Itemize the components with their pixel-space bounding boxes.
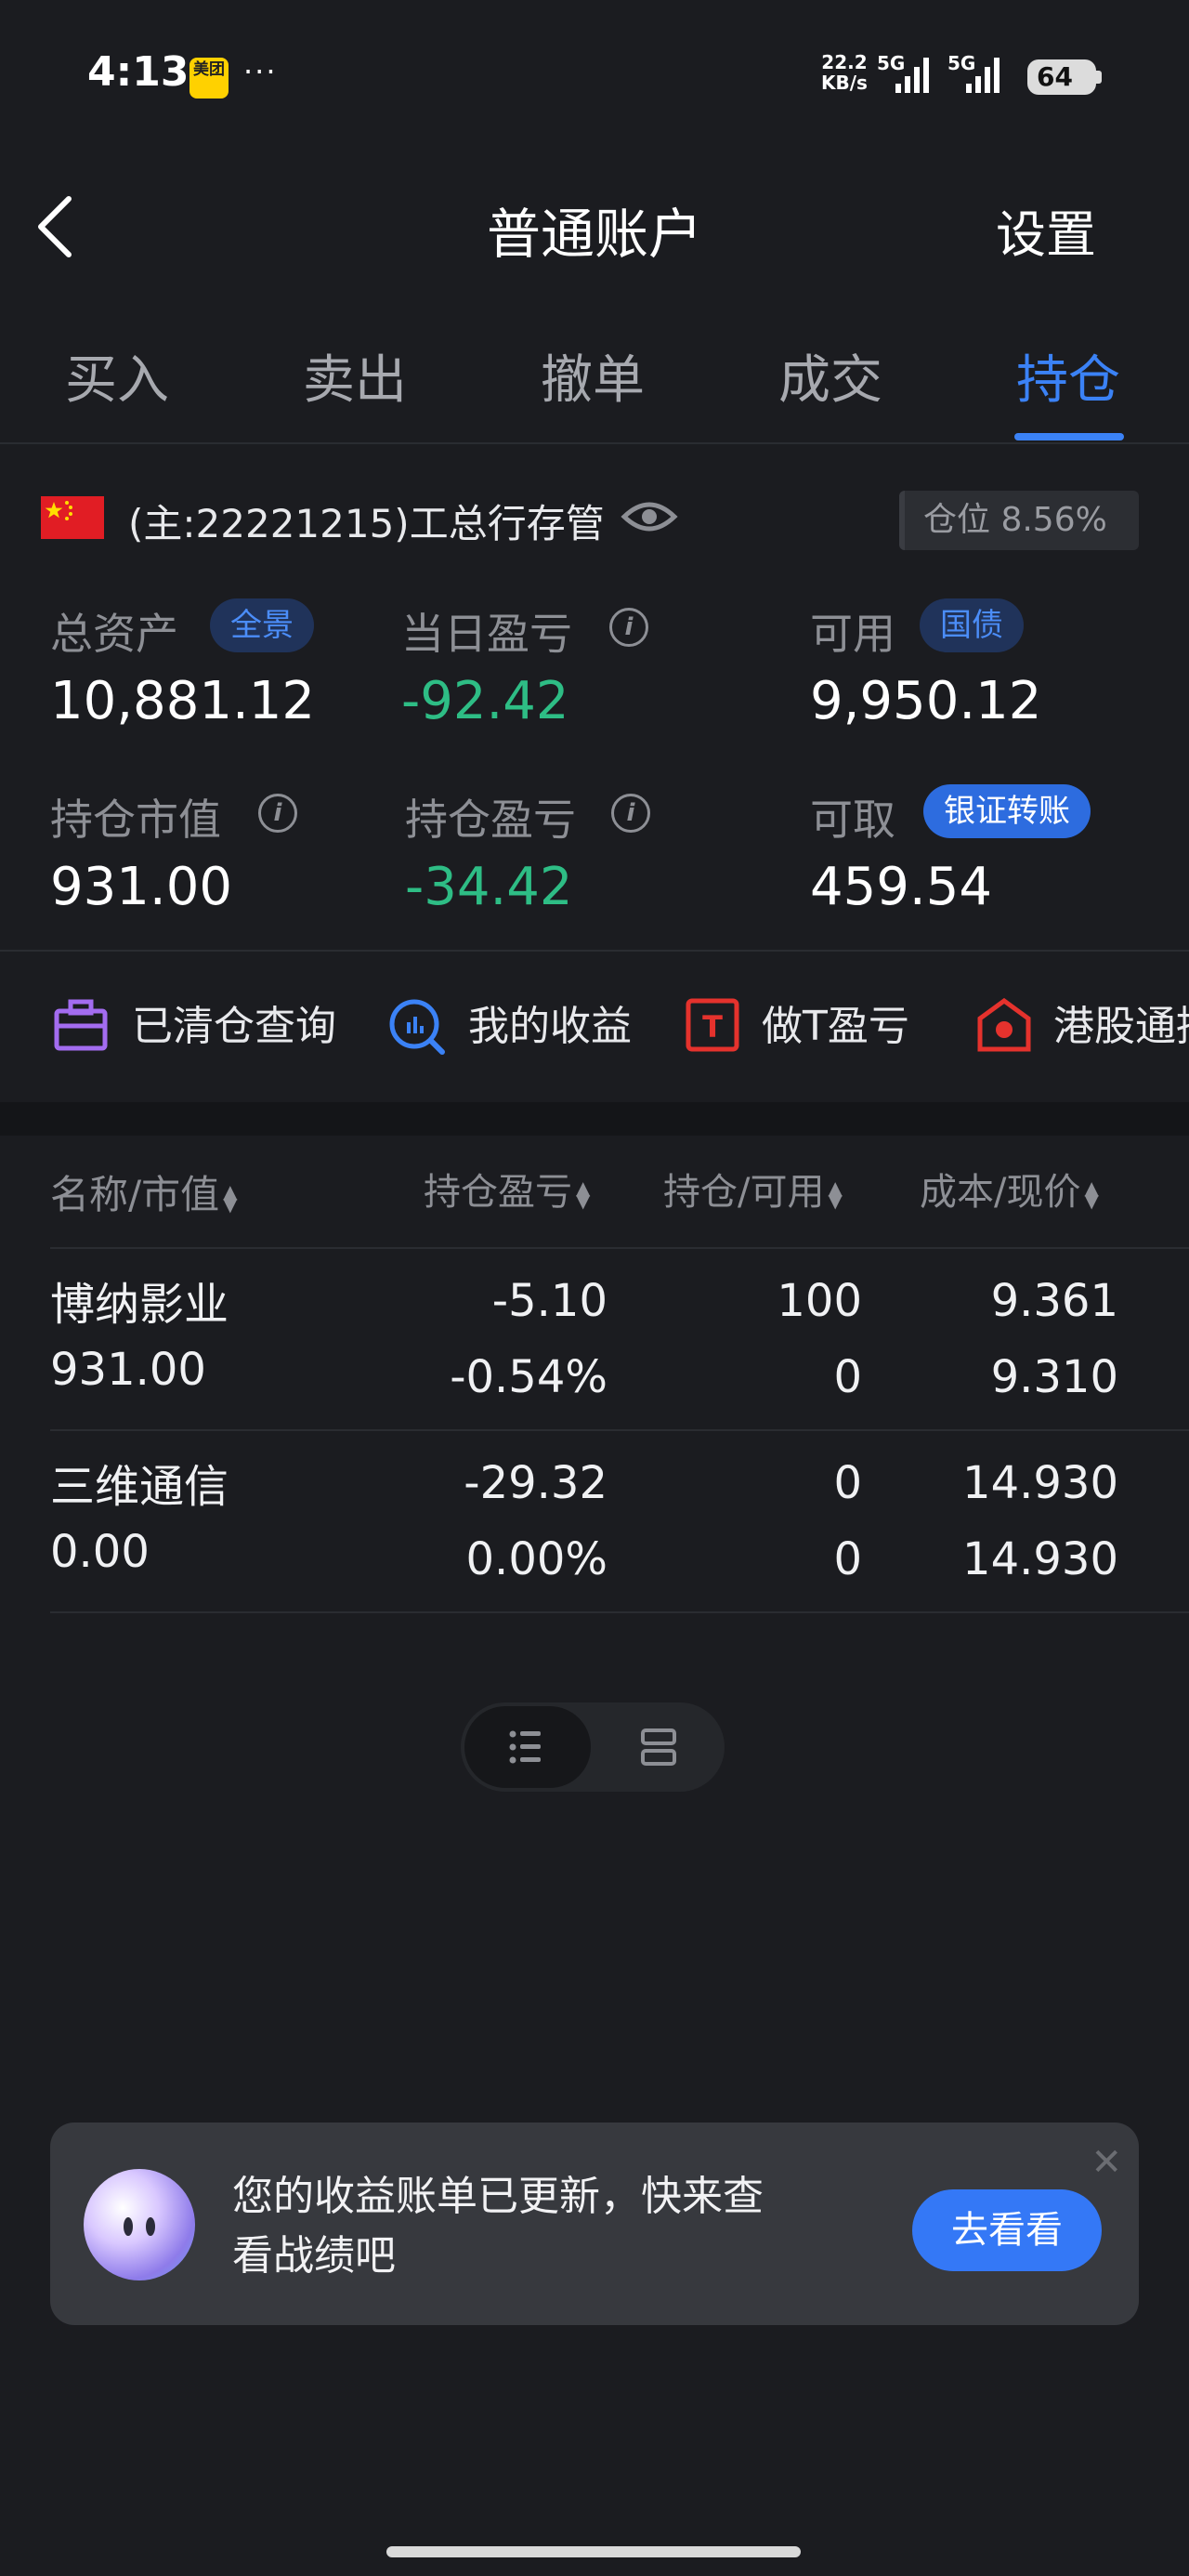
divider — [0, 950, 1189, 952]
info-icon[interactable]: i — [611, 794, 650, 833]
stock-avail: 0 — [833, 1533, 862, 1585]
treasury-badge[interactable]: 国债 — [920, 598, 1024, 652]
info-icon[interactable]: i — [609, 608, 648, 647]
position-ratio: 仓位 8.56% — [899, 491, 1139, 550]
meituan-app-icon: 美团 — [189, 58, 229, 99]
section-separator — [0, 1102, 1189, 1136]
stock-pnl-pct: -0.54% — [450, 1351, 608, 1403]
tab-holdings[interactable]: 持仓 — [1016, 338, 1120, 414]
tab-sell[interactable]: 卖出 — [303, 338, 407, 414]
svg-text:T: T — [702, 1009, 723, 1045]
more-notifications-icon: ··· — [243, 54, 278, 89]
position-value-label: 持仓市值 — [50, 795, 221, 845]
col-name-value[interactable]: 名称/市值 ▲ ▼ — [50, 1163, 238, 1220]
tab-cancel[interactable]: 撤单 — [541, 338, 645, 414]
tab-buy[interactable]: 买入 — [65, 338, 169, 414]
card-view-button[interactable] — [600, 1706, 721, 1788]
panorama-badge[interactable]: 全景 — [210, 598, 314, 652]
stock-hold: 100 — [777, 1275, 862, 1327]
signal-icon-2: 5G — [947, 52, 1013, 97]
bank-transfer-button[interactable]: 银证转账 — [923, 784, 1091, 838]
battery-icon: 64 — [1027, 59, 1102, 95]
position-pnl-value: -34.42 — [405, 857, 573, 917]
my-earnings-link[interactable]: 我的收益 — [468, 992, 632, 1052]
close-icon[interactable]: ✕ — [1091, 2141, 1122, 2184]
stock-price: 14.930 — [962, 1533, 1118, 1585]
withdrawable-value: 459.54 — [810, 857, 992, 917]
cleared-positions-link[interactable]: 已清仓查询 — [132, 992, 336, 1052]
network-speed: 22.2 KB/s — [821, 52, 868, 93]
active-tab-indicator — [1014, 433, 1124, 440]
stock-avail: 0 — [833, 1351, 862, 1403]
total-assets-value: 10,881.12 — [50, 671, 316, 731]
promo-text: 您的收益账单已更新，快来查看战绩吧 — [232, 2173, 764, 2280]
briefcase-icon[interactable] — [54, 998, 108, 1052]
eye-icon[interactable] — [621, 496, 678, 537]
col-cost-label: 成本/现价 — [920, 1171, 1081, 1214]
divider — [50, 1611, 1189, 1613]
sort-icon: ▲ ▼ — [1084, 1176, 1099, 1212]
earnings-promo-banner: 您的收益账单已更新，快来查看战绩吧 去看看 ✕ — [50, 2123, 1139, 2325]
stock-pnl: -5.10 — [491, 1275, 608, 1327]
withdrawable-label: 可取 — [810, 795, 895, 845]
china-flag-icon — [41, 496, 104, 539]
stock-market-value: 0.00 — [50, 1526, 150, 1578]
t-trade-pnl-link[interactable]: 做T盈亏 — [762, 992, 909, 1052]
col-name-label: 名称/市值 — [50, 1172, 220, 1217]
home-indicator[interactable] — [386, 2546, 801, 2557]
t-trade-icon[interactable]: T — [686, 998, 739, 1052]
tab-deals[interactable]: 成交 — [778, 338, 882, 414]
available-label: 可用 — [810, 609, 895, 659]
sort-icon: ▲ ▼ — [828, 1176, 843, 1212]
stock-pnl: -29.32 — [464, 1457, 608, 1509]
hk-connect-link[interactable]: 港股通持 — [1053, 992, 1189, 1052]
col-pnl-label: 持仓盈亏 — [424, 1171, 572, 1214]
stock-price: 9.310 — [990, 1351, 1118, 1403]
view-now-button[interactable]: 去看看 — [912, 2189, 1102, 2271]
col-hold-avail[interactable]: 持仓/可用 ▲ ▼ — [663, 1162, 843, 1216]
stock-market-value: 931.00 — [50, 1344, 206, 1396]
stock-pnl-pct: 0.00% — [465, 1533, 608, 1585]
stock-hold: 0 — [833, 1457, 862, 1509]
stock-name: 博纳影业 — [50, 1279, 229, 1331]
stock-cost: 14.930 — [962, 1457, 1118, 1509]
stock-name: 三维通信 — [50, 1461, 229, 1513]
table-row[interactable]: 三维通信 0.00 -29.32 0.00% 0 0 14.930 14.930 — [0, 1431, 1189, 1611]
status-time: 4:13 — [87, 48, 189, 96]
stock-cost: 9.361 — [990, 1275, 1118, 1327]
net-speed-unit: KB/s — [821, 72, 868, 94]
view-toggle — [461, 1702, 725, 1792]
col-pnl[interactable]: 持仓盈亏 ▲ ▼ — [424, 1162, 590, 1216]
trade-tabs: 买入 卖出 撤单 成交 持仓 — [0, 335, 1189, 444]
account-name[interactable]: (主:22221215)工总行存管 — [128, 493, 605, 549]
mascot-avatar — [84, 2169, 195, 2280]
position-pnl-label: 持仓盈亏 — [405, 795, 576, 845]
meituan-label: 美团 — [193, 60, 225, 79]
table-row[interactable]: 博纳影业 931.00 -5.10 -0.54% 100 0 9.361 9.3… — [0, 1249, 1189, 1429]
hk-connect-icon[interactable] — [977, 997, 1031, 1052]
net-speed-value: 22.2 — [821, 51, 868, 73]
settings-button[interactable]: 设置 — [996, 193, 1096, 267]
signal-icon-1: 5G — [877, 52, 942, 97]
available-value: 9,950.12 — [810, 671, 1042, 731]
daily-pnl-value: -92.42 — [401, 671, 569, 731]
col-cost-price[interactable]: 成本/现价 ▲ ▼ — [920, 1162, 1099, 1216]
earnings-search-icon[interactable] — [388, 998, 445, 1055]
info-icon[interactable]: i — [258, 794, 297, 833]
col-hold-label: 持仓/可用 — [663, 1171, 825, 1214]
daily-pnl-label: 当日盈亏 — [401, 609, 572, 659]
list-view-button[interactable] — [464, 1706, 591, 1788]
total-assets-label: 总资产 — [50, 609, 178, 659]
sort-icon: ▲ ▼ — [576, 1176, 591, 1212]
sort-icon: ▲ ▼ — [223, 1179, 238, 1216]
position-value-value: 931.00 — [50, 857, 232, 917]
